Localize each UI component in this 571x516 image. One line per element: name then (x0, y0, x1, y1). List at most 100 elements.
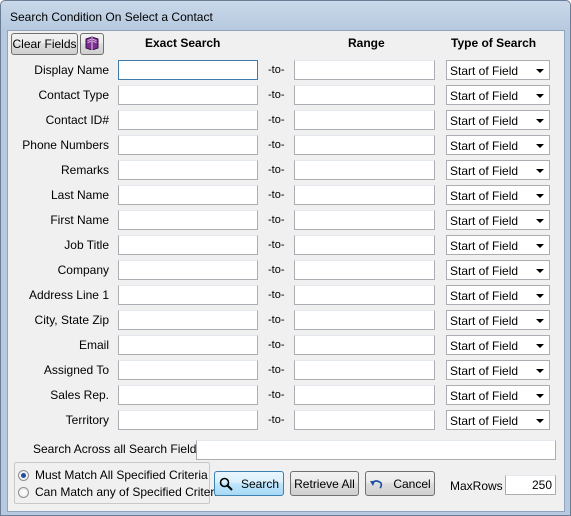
range-separator: -to- (268, 414, 285, 426)
type-of-search-dropdown[interactable]: Start of Field (446, 135, 550, 155)
header-type-of-search: Type of Search (451, 36, 537, 50)
range-separator: -to- (268, 389, 285, 401)
chevron-down-icon (536, 369, 544, 373)
type-of-search-dropdown[interactable]: Start of Field (446, 385, 550, 405)
exact-search-input[interactable] (118, 160, 258, 180)
maxrows-input[interactable] (505, 475, 556, 495)
type-of-search-dropdown[interactable]: Start of Field (446, 360, 550, 380)
match-all-option[interactable]: Must Match All Specified Criteria (18, 468, 208, 482)
range-input[interactable] (294, 260, 435, 280)
type-of-search-dropdown[interactable]: Start of Field (446, 185, 550, 205)
range-separator: -to- (268, 164, 285, 176)
match-any-option[interactable]: Can Match any of Specified Criteria (18, 485, 224, 499)
exact-search-input[interactable] (118, 410, 258, 430)
exact-search-input[interactable] (118, 310, 258, 330)
search-button[interactable]: Search (214, 471, 284, 496)
exact-search-input[interactable] (118, 260, 258, 280)
exact-search-input[interactable] (118, 335, 258, 355)
header-range: Range (348, 36, 385, 50)
exact-search-input[interactable] (118, 60, 258, 80)
row-label: Display Name (34, 63, 109, 77)
exact-search-input[interactable] (118, 385, 258, 405)
dropdown-value: Start of Field (450, 64, 519, 78)
range-separator: -to- (268, 64, 285, 76)
exact-search-input[interactable] (118, 235, 258, 255)
exact-search-input[interactable] (118, 85, 258, 105)
type-of-search-dropdown[interactable]: Start of Field (446, 60, 550, 80)
title-bar[interactable]: Search Condition On Select a Contact (1, 1, 570, 31)
undo-arrow-icon (369, 478, 383, 490)
book-icon (84, 35, 100, 53)
range-input[interactable] (294, 335, 435, 355)
type-of-search-dropdown[interactable]: Start of Field (446, 235, 550, 255)
cancel-button[interactable]: Cancel (365, 471, 435, 496)
range-input[interactable] (294, 410, 435, 430)
chevron-down-icon (536, 219, 544, 223)
row-label: Address Line 1 (28, 288, 109, 302)
range-input[interactable] (294, 385, 435, 405)
range-input[interactable] (294, 185, 435, 205)
dropdown-value: Start of Field (450, 139, 519, 153)
range-input[interactable] (294, 210, 435, 230)
range-input[interactable] (294, 360, 435, 380)
match-all-radio[interactable] (18, 469, 29, 481)
window-title: Search Condition On Select a Contact (10, 10, 213, 24)
type-of-search-dropdown[interactable]: Start of Field (446, 160, 550, 180)
range-input[interactable] (294, 160, 435, 180)
dropdown-value: Start of Field (450, 189, 519, 203)
type-of-search-dropdown[interactable]: Start of Field (446, 110, 550, 130)
range-separator: -to- (268, 139, 285, 151)
type-of-search-dropdown[interactable]: Start of Field (446, 210, 550, 230)
clear-fields-button[interactable]: Clear Fields (11, 33, 78, 55)
range-input[interactable] (294, 60, 435, 80)
exact-search-input[interactable] (118, 285, 258, 305)
type-of-search-dropdown[interactable]: Start of Field (446, 310, 550, 330)
row-label: First Name (50, 213, 109, 227)
maxrows-label: MaxRows (450, 479, 503, 493)
row-label: City, State Zip (34, 313, 109, 327)
retrieve-all-button[interactable]: Retrieve All (290, 471, 359, 496)
row-label: Company (57, 263, 109, 277)
dropdown-value: Start of Field (450, 264, 519, 278)
dropdown-value: Start of Field (450, 364, 519, 378)
exact-search-input[interactable] (118, 135, 258, 155)
range-separator: -to- (268, 264, 285, 276)
range-input[interactable] (294, 285, 435, 305)
range-input[interactable] (294, 310, 435, 330)
dropdown-value: Start of Field (450, 214, 519, 228)
search-button-label: Search (240, 476, 280, 491)
exact-search-input[interactable] (118, 110, 258, 130)
dropdown-value: Start of Field (450, 314, 519, 328)
chevron-down-icon (536, 119, 544, 123)
dropdown-value: Start of Field (450, 289, 519, 303)
exact-search-input[interactable] (118, 210, 258, 230)
range-input[interactable] (294, 235, 435, 255)
match-all-label: Must Match All Specified Criteria (35, 468, 208, 482)
chevron-down-icon (536, 194, 544, 198)
range-input[interactable] (294, 110, 435, 130)
range-input[interactable] (294, 85, 435, 105)
range-input[interactable] (294, 135, 435, 155)
exact-search-input[interactable] (118, 185, 258, 205)
match-option-group: Must Match All Specified Criteria Can Ma… (14, 462, 224, 504)
type-of-search-dropdown[interactable]: Start of Field (446, 335, 550, 355)
search-across-input[interactable] (196, 440, 556, 460)
type-of-search-dropdown[interactable]: Start of Field (446, 285, 550, 305)
type-of-search-dropdown[interactable]: Start of Field (446, 85, 550, 105)
range-separator: -to- (268, 214, 285, 226)
row-label: Remarks (60, 163, 109, 177)
dropdown-value: Start of Field (450, 89, 519, 103)
book-button[interactable] (80, 33, 104, 55)
row-label: Assigned To (43, 363, 109, 377)
chevron-down-icon (536, 344, 544, 348)
chevron-down-icon (536, 69, 544, 73)
exact-search-input[interactable] (118, 360, 258, 380)
header-exact-search: Exact Search (145, 36, 221, 50)
row-label: Contact Type (38, 88, 110, 102)
match-any-radio[interactable] (18, 486, 29, 498)
range-separator: -to- (268, 339, 285, 351)
type-of-search-dropdown[interactable]: Start of Field (446, 260, 550, 280)
type-of-search-dropdown[interactable]: Start of Field (446, 410, 550, 430)
row-label: Job Title (64, 238, 109, 252)
row-label: Territory (65, 413, 109, 427)
